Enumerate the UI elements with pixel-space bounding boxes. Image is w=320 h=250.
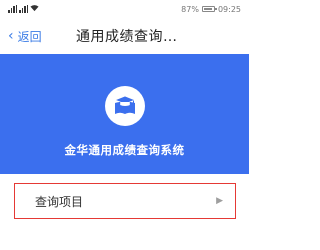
signal-icon-2 — [19, 5, 28, 13]
page-title: 通用成绩查询… — [76, 29, 178, 45]
signal-icon — [8, 5, 17, 13]
status-right: 87% 09:25 — [181, 5, 241, 14]
status-left — [8, 4, 39, 14]
back-label: 返回 — [17, 29, 42, 44]
chevron-right-icon: ▶ — [216, 196, 223, 206]
wifi-icon — [30, 4, 39, 14]
menu-item-label: 查询项目 — [35, 194, 84, 209]
back-button[interactable]: ‹ 返回 — [0, 28, 70, 45]
clock: 09:25 — [217, 4, 241, 14]
chevron-left-icon: ‹ — [8, 28, 14, 44]
menu-item-query-project[interactable]: 查询项目 ▶ — [14, 183, 236, 219]
battery-icon — [201, 6, 217, 12]
nav-bar: ‹ 返回 通用成绩查询… — [0, 18, 249, 54]
system-title: 金华通用成绩查询系统 — [64, 143, 185, 157]
battery-percent: 87% — [181, 4, 199, 14]
status-bar: 87% 09:25 — [0, 0, 249, 18]
hero-banner: 金华通用成绩查询系统 — [0, 54, 249, 174]
graduation-cap-book-icon — [105, 86, 145, 126]
